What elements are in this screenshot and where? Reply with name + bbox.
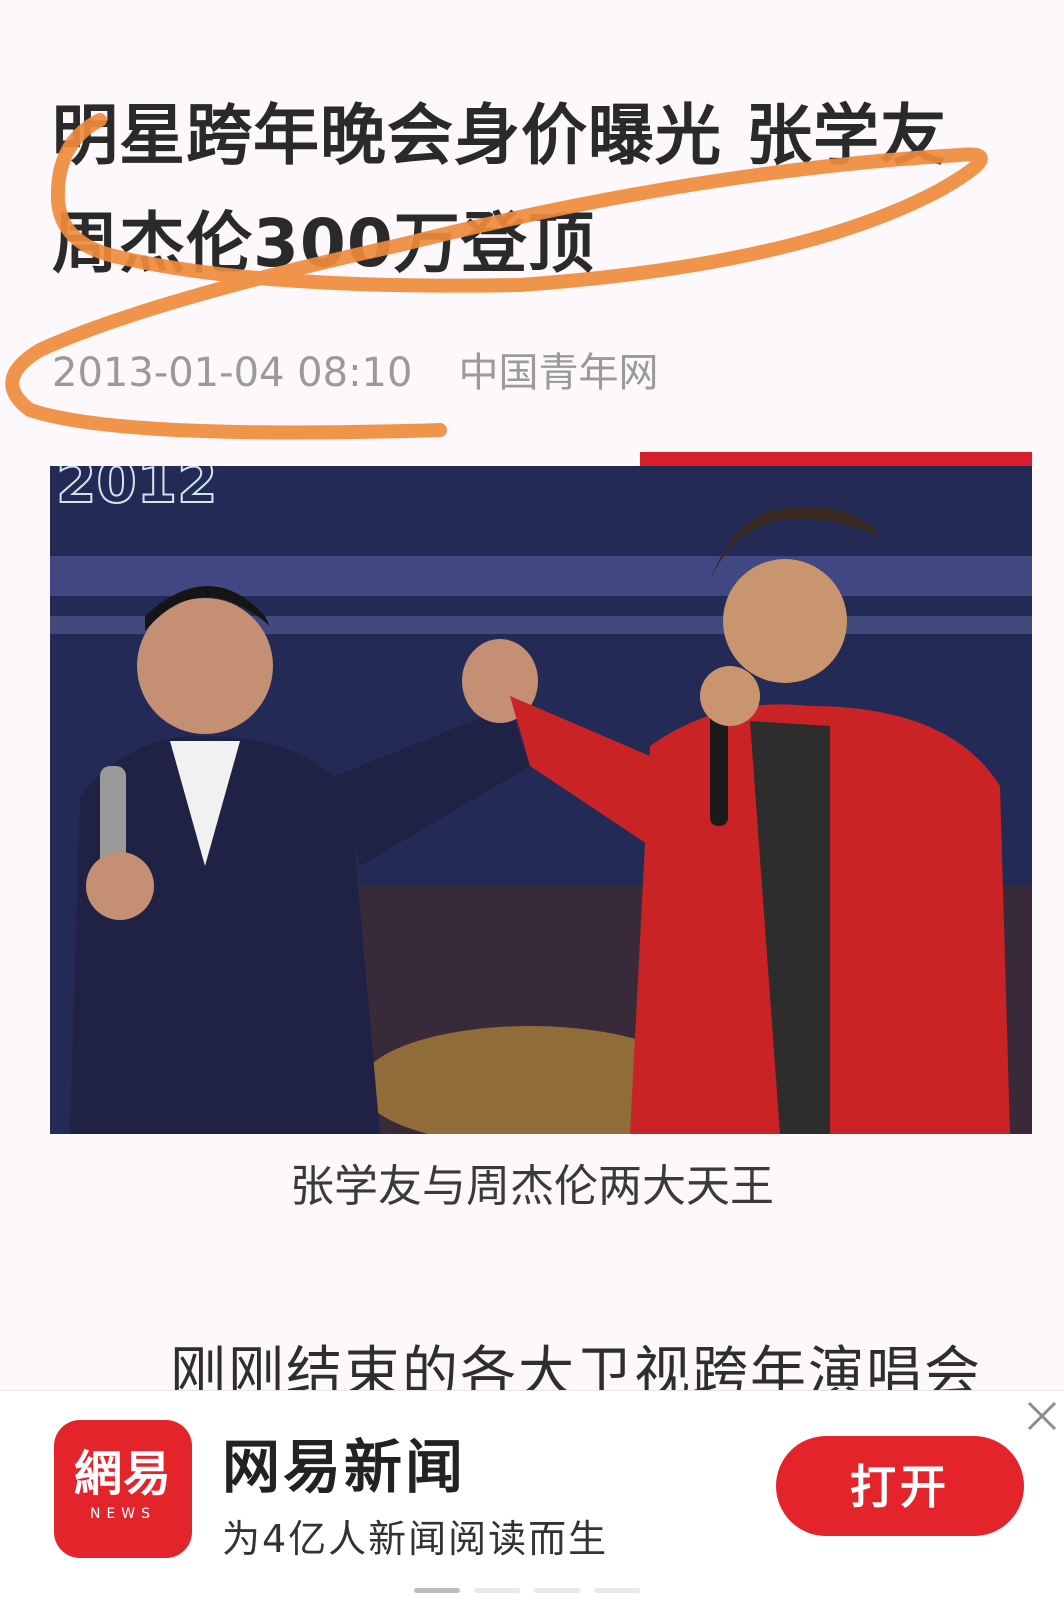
logo-subtext: NEWS (89, 1506, 157, 1522)
article-body-first-line: 刚刚结束的各大卫视跨年演唱会 (170, 1341, 982, 1390)
page-dot (534, 1588, 580, 1593)
close-icon[interactable] (1024, 1398, 1060, 1434)
article-headline: 明星跨年晚会身价曝光 张学友周杰伦300万登顶 (52, 97, 947, 282)
photo-accent-bar (640, 452, 1032, 466)
article-view: 明星跨年晚会身价曝光 张学友周杰伦300万登顶 2013-01-04 08:10… (0, 0, 1064, 1390)
photo-overlay-year: 2012 (56, 466, 217, 516)
netease-news-logo[interactable]: 網易 NEWS (54, 1420, 192, 1558)
page-dot (594, 1588, 640, 1593)
page-dot (474, 1588, 520, 1593)
photo-caption: 张学友与周杰伦两大天王 (290, 1161, 774, 1212)
article-photo[interactable]: 2012 (50, 466, 1032, 1134)
page-dot (414, 1588, 460, 1593)
source-name: 中国青年网 (458, 350, 659, 396)
page-indicator (414, 1578, 654, 1593)
logo-text: 網易 (73, 1446, 172, 1502)
article-meta: 2013-01-04 08:10 中国青年网 (52, 340, 658, 398)
app-name: 网易新闻 (222, 1433, 467, 1501)
open-app-button[interactable]: 打开 (776, 1436, 1024, 1536)
app-tagline: 为4亿人新闻阅读而生 (222, 1517, 609, 1561)
publish-date: 2013-01-04 08:10 (52, 350, 413, 396)
